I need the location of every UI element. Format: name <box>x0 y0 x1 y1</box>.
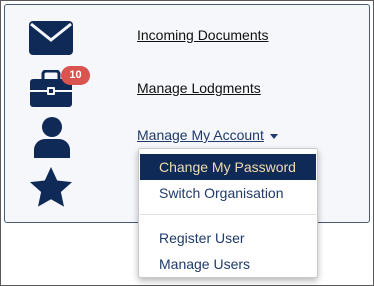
menu-divider <box>140 214 316 215</box>
star-icon[interactable] <box>29 166 73 208</box>
menu-item-manage-users[interactable]: Manage Users <box>140 251 316 277</box>
manage-my-account-label: Manage My Account <box>137 127 264 143</box>
notification-count-badge: 10 <box>61 66 90 85</box>
incoming-documents-link[interactable]: Incoming Documents <box>137 27 269 43</box>
manage-lodgments-link[interactable]: Manage Lodgments <box>137 80 261 96</box>
account-dropdown-menu: Change My Password Switch Organisation R… <box>138 148 318 278</box>
envelope-icon[interactable] <box>28 20 74 56</box>
menu-item-switch-organisation[interactable]: Switch Organisation <box>140 180 316 206</box>
menu-item-register-user[interactable]: Register User <box>140 225 316 251</box>
chevron-down-icon <box>269 133 278 139</box>
menu-item-change-password[interactable]: Change My Password <box>140 154 316 180</box>
manage-my-account-link[interactable]: Manage My Account <box>137 127 278 143</box>
user-icon[interactable] <box>33 117 71 159</box>
